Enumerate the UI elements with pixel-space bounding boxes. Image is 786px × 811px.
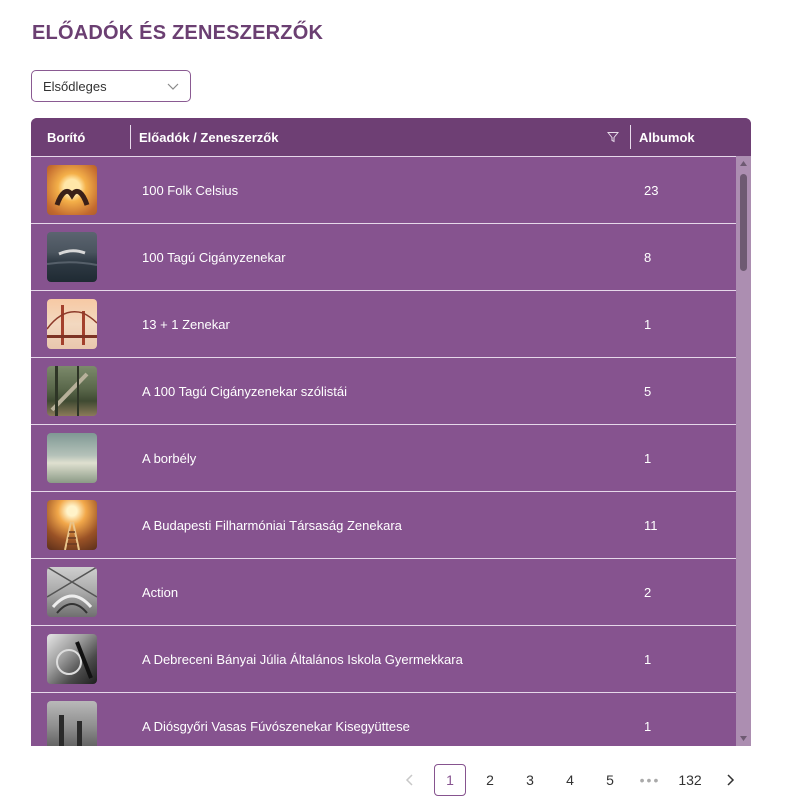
album-count: 1 [644,718,652,734]
chevron-down-icon [167,83,179,90]
table-row[interactable]: 13 + 1 Zenekar 1 [31,290,736,357]
primary-filter-select[interactable]: Elsődleges [31,70,191,102]
grid-header: Borító Előadók / Zeneszerzők Albumok [31,118,751,156]
column-header-cover[interactable]: Borító [47,118,85,156]
cover-thumbnail [47,634,97,684]
chevron-left-icon [405,774,413,786]
column-header-artist[interactable]: Előadók / Zeneszerzők [139,118,278,156]
table-row[interactable]: A Debreceni Bányai Júlia Általános Iskol… [31,625,736,692]
table-row[interactable]: Action 2 [31,558,736,625]
artist-name: A Diósgyőri Vasas Fúvószenekar Kisegyütt… [142,718,410,734]
chevron-right-icon [727,774,735,786]
album-count: 8 [644,249,652,265]
album-count: 1 [644,651,652,667]
artist-name: 100 Tagú Cigányzenekar [142,249,286,265]
album-count: 2 [644,584,652,600]
page-button[interactable]: 3 [514,764,546,796]
cover-thumbnail [47,165,97,215]
cover-thumbnail [47,232,97,282]
scrollbar-thumb[interactable] [740,174,747,271]
artist-name: A Budapesti Filharmóniai Társaság Zeneka… [142,517,402,533]
column-divider[interactable] [630,125,631,149]
artist-name: 100 Folk Celsius [142,182,239,198]
column-divider[interactable] [130,125,131,149]
artists-grid: Borító Előadók / Zeneszerzők Albumok 100… [31,118,751,746]
scroll-up-arrow-icon[interactable] [739,159,748,168]
artist-name: A 100 Tagú Cigányzenekar szólistái [142,383,347,399]
select-value: Elsődleges [43,78,107,94]
filter-icon[interactable] [607,131,619,143]
page-ellipsis[interactable]: ••• [634,764,666,796]
scroll-down-arrow-icon[interactable] [739,734,748,743]
table-row[interactable]: A Budapesti Filharmóniai Társaság Zeneka… [31,491,736,558]
page-button[interactable]: 5 [594,764,626,796]
album-count: 5 [644,383,652,399]
table-row[interactable]: A 100 Tagú Cigányzenekar szólistái 5 [31,357,736,424]
page-title: ELŐADÓK ÉS ZENESZERZŐK [32,22,324,44]
page-button-last[interactable]: 132 [674,764,706,796]
table-row[interactable]: A borbély 1 [31,424,736,491]
column-header-albums[interactable]: Albumok [639,118,695,156]
page-button-current[interactable]: 1 [434,764,466,796]
grid-body: 100 Folk Celsius 23 100 Tagú Cigányzenek… [31,156,736,746]
artist-name: 13 + 1 Zenekar [142,316,230,332]
pagination: 1 2 3 4 5 ••• 132 [394,764,754,796]
cover-thumbnail [47,567,97,617]
artist-name: Action [142,584,179,600]
album-count: 23 [644,182,659,198]
cover-thumbnail [47,299,97,349]
previous-page-button[interactable] [394,764,426,796]
cover-thumbnail [47,366,97,416]
next-page-button[interactable] [714,764,746,796]
album-count: 1 [644,316,652,332]
table-row[interactable]: 100 Tagú Cigányzenekar 8 [31,223,736,290]
cover-thumbnail [47,701,97,746]
cover-thumbnail [47,433,97,483]
album-count: 1 [644,450,652,466]
cover-thumbnail [47,500,97,550]
album-count: 11 [644,517,658,533]
page-button[interactable]: 2 [474,764,506,796]
page-button[interactable]: 4 [554,764,586,796]
vertical-scrollbar[interactable] [736,156,751,746]
table-row[interactable]: 100 Folk Celsius 23 [31,156,736,223]
artist-name: A borbély [142,450,197,466]
artist-name: A Debreceni Bányai Júlia Általános Iskol… [142,651,463,667]
table-row[interactable]: A Diósgyőri Vasas Fúvószenekar Kisegyütt… [31,692,736,746]
